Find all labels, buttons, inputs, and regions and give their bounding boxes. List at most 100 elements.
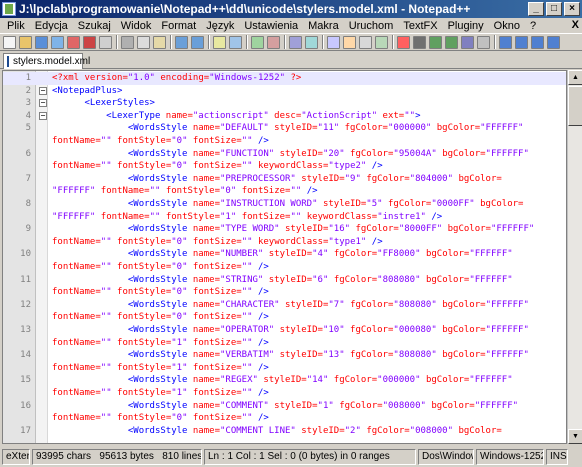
arrow-down-icon[interactable] [515,35,528,49]
menu-item[interactable]: Szukaj [73,20,116,32]
fold-toggle-icon[interactable]: − [39,99,47,108]
code-line[interactable]: 2− <NotepadPlus> [3,85,566,98]
code-token: <WordsStyle [52,299,193,310]
arrow-left-icon[interactable] [531,35,544,49]
code-line[interactable]: 12 <WordsStyle name="CHARACTER" styleID=… [3,299,566,312]
close-window-button[interactable]: × [564,2,580,16]
cut-icon[interactable] [121,35,134,49]
close-document-icon[interactable]: X [572,19,579,31]
menu-item[interactable]: Okno [489,20,525,32]
code-token: "VERBATIM" [219,350,280,361]
menu-item[interactable]: Uruchom [344,20,399,32]
code-line[interactable]: fontName="" fontStyle="0" fontSize="" /> [3,261,566,274]
code-text: "FFFFFF" fontName="" fontStyle="0" fontS… [52,185,318,198]
code-line[interactable]: fontName="" fontStyle="0" fontSize="" /> [3,311,566,324]
code-token: "" [241,262,258,272]
code-token: fgColor= [350,325,394,335]
code-line[interactable]: fontName="" fontStyle="0" fontSize="" /> [3,135,566,148]
sync-v-icon[interactable] [289,35,302,49]
code-token: keywordClass= [257,161,329,172]
sync-h-icon[interactable] [305,35,318,49]
all-chars-icon[interactable] [343,35,356,49]
menu-item[interactable]: Plik [2,20,30,32]
code-line[interactable]: fontName="" fontStyle="0" fontSize="" ke… [3,160,566,173]
code-line[interactable]: 10 <WordsStyle name="NUMBER" styleID="4"… [3,248,566,261]
close-all-icon[interactable] [83,35,96,49]
code-line[interactable]: 1 <?xml version="1.0" encoding="Windows-1… [3,72,566,85]
scroll-down-button[interactable]: ▼ [568,429,582,444]
vertical-scrollbar[interactable]: ▲ ▼ [567,70,582,444]
code-line[interactable]: fontName="" fontStyle="1" fontSize="" /> [3,387,566,400]
zoom-out-icon[interactable] [267,35,280,49]
status-encoding: Windows-1252 [476,449,544,465]
code-line[interactable]: 7 <WordsStyle name="PREPROCESSOR" styleI… [3,173,566,186]
code-line[interactable]: 17 <WordsStyle name="COMMENT LINE" style… [3,425,566,438]
arrow-right-icon[interactable] [547,35,560,49]
find-icon[interactable] [213,35,226,49]
code-line[interactable]: 16 <WordsStyle name="COMMENT" styleID="1… [3,400,566,413]
menu-item[interactable]: TextFX [398,20,442,32]
menu-item[interactable]: Pluginy [443,20,489,32]
trim-icon[interactable] [477,35,490,49]
code-line[interactable]: 8 <WordsStyle name="INSTRUCTION WORD" st… [3,198,566,211]
code-editor[interactable]: 1 <?xml version="1.0" encoding="Windows-1… [2,70,567,444]
code-line[interactable]: 15 <WordsStyle name="REGEX" styleID="14"… [3,374,566,387]
play-multi-icon[interactable] [445,35,458,49]
indent-guide-icon[interactable] [359,35,372,49]
paste-icon[interactable] [153,35,166,49]
code-line[interactable]: 14 <WordsStyle name="VERBATIM" styleID="… [3,349,566,362]
close-icon[interactable] [67,35,80,49]
code-token: "FFFFFF" [485,325,529,335]
code-token: "FFFFFF" [474,400,519,411]
save-all-icon[interactable] [51,35,64,49]
menu-item[interactable]: Widok [116,20,157,32]
print-icon[interactable] [99,35,112,49]
user-lang-icon[interactable] [375,35,388,49]
menu-item[interactable]: ? [525,20,541,32]
minimize-button[interactable]: _ [528,2,544,16]
code-line[interactable]: fontName="" fontStyle="0" fontSize="" /> [3,412,566,425]
arrow-up-icon[interactable] [499,35,512,49]
code-line[interactable]: 11 <WordsStyle name="STRING" styleID="6"… [3,274,566,287]
replace-icon[interactable] [229,35,242,49]
tab-stylers-model-xml[interactable]: stylers.model.xml [3,53,90,69]
menu-item[interactable]: Edycja [30,20,73,32]
notepad-app-icon[interactable] [2,2,16,16]
scroll-up-button[interactable]: ▲ [568,70,582,85]
scroll-thumb[interactable] [568,86,582,126]
menu-item[interactable]: Makra [303,20,344,32]
code-line[interactable]: 13 <WordsStyle name="OPERATOR" styleID="… [3,324,566,337]
stop-record-icon[interactable] [413,35,426,49]
menu-item[interactable]: Format [156,20,201,32]
code-line[interactable]: fontName="" fontStyle="0" fontSize="" ke… [3,236,566,249]
code-line[interactable]: 5 <WordsStyle name="DEFAULT" styleID="11… [3,122,566,135]
menu-item[interactable]: Język [201,20,239,32]
play-macro-icon[interactable] [429,35,442,49]
code-line[interactable]: fontName="" fontStyle="1" fontSize="" /> [3,362,566,375]
wrap-icon[interactable] [327,35,340,49]
code-line[interactable]: fontName="" fontStyle="1" fontSize="" /> [3,337,566,350]
code-line[interactable]: 4− <LexerType name="actionscript" desc="… [3,110,566,123]
code-line[interactable]: 3− <LexerStyles> [3,97,566,110]
undo-icon[interactable] [175,35,188,49]
menu-item[interactable]: Ustawienia [239,20,303,32]
redo-icon[interactable] [191,35,204,49]
save-icon[interactable] [35,35,48,49]
save-macro-icon[interactable] [461,35,474,49]
code-line[interactable]: 6 <WordsStyle name="FUNCTION" styleID="2… [3,148,566,161]
fold-toggle-icon[interactable]: − [39,111,47,120]
copy-icon[interactable] [137,35,150,49]
code-line[interactable]: fontName="" fontStyle="0" fontSize="" /> [3,286,566,299]
record-macro-icon[interactable] [397,35,410,49]
maximize-button[interactable]: □ [546,2,562,16]
fold-toggle-icon[interactable]: − [39,86,47,95]
code-line[interactable]: 9 <WordsStyle name="TYPE WORD" styleID="… [3,223,566,236]
code-token: "008000" [409,425,459,436]
code-line[interactable]: "FFFFFF" fontName="" fontStyle="1" fontS… [3,211,566,224]
code-token: <WordsStyle [52,425,193,436]
code-line[interactable]: "FFFFFF" fontName="" fontStyle="0" fontS… [3,185,566,198]
open-file-icon[interactable] [19,35,32,49]
line-number: 4 [25,110,31,121]
zoom-in-icon[interactable] [251,35,264,49]
new-file-icon[interactable] [3,35,16,49]
